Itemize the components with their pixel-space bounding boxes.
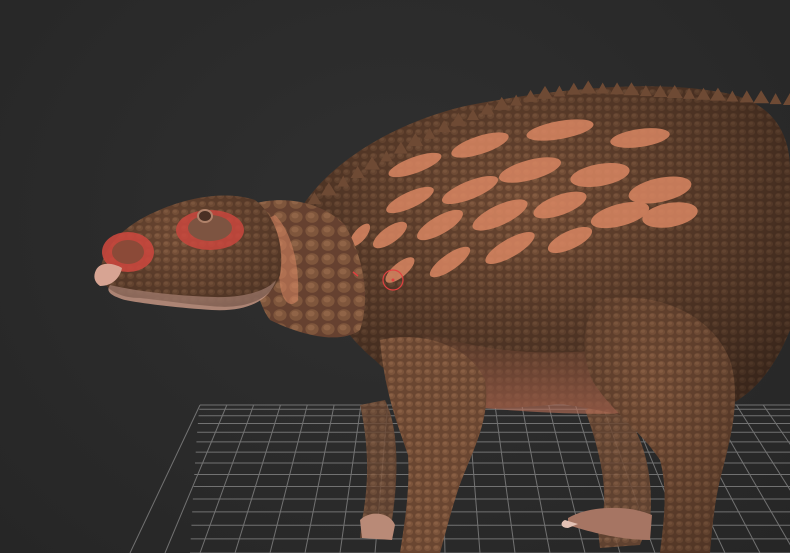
scene-canvas[interactable] <box>0 0 790 553</box>
snout-patch-inner <box>112 240 144 264</box>
dorsal-spike <box>783 93 790 105</box>
dorsal-spike <box>537 85 553 99</box>
grid-line-vertical <box>521 404 551 553</box>
grid-line-vertical <box>269 404 308 553</box>
dinosaur-model[interactable] <box>94 80 790 553</box>
dorsal-spike <box>753 90 770 104</box>
dorsal-spike <box>769 93 782 105</box>
grid-line-vertical <box>548 404 586 553</box>
grid-line-vertical <box>304 404 335 553</box>
grid-line-vertical <box>494 404 516 553</box>
grid-line-vertical <box>164 404 228 553</box>
dorsal-spike <box>739 90 754 103</box>
eye <box>197 209 213 223</box>
near-front-leg <box>380 336 487 553</box>
3d-viewport[interactable] <box>0 0 790 553</box>
grid-line-vertical <box>199 404 255 553</box>
grid-line-vertical <box>762 404 790 445</box>
dorsal-spike <box>580 80 597 94</box>
grid-line-vertical <box>234 404 281 553</box>
dorsal-spike <box>566 82 581 95</box>
grid-line-vertical <box>339 404 362 553</box>
grid-line-vertical <box>129 404 201 553</box>
